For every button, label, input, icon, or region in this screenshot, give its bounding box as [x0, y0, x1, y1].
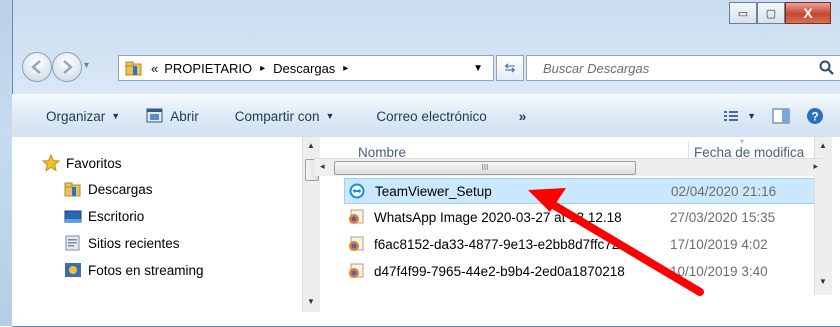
- search-input[interactable]: Buscar Descargas: [527, 61, 819, 76]
- sort-indicator-icon: ▾: [740, 137, 745, 146]
- file-list-horizontal-scrollbar[interactable]: ◂ III ▸: [314, 158, 824, 176]
- search-icon[interactable]: [819, 60, 835, 76]
- address-overflow-chevrons[interactable]: «: [151, 61, 158, 76]
- image-file-icon: [349, 209, 364, 224]
- nav-favoritos[interactable]: Favoritos: [42, 154, 122, 172]
- correo-button[interactable]: Correo electrónico: [368, 102, 494, 130]
- abrir-button[interactable]: Abrir: [138, 102, 207, 130]
- caption-buttons: ▭ ▢ X: [729, 2, 831, 24]
- scroll-right-icon[interactable]: ▸: [813, 161, 818, 172]
- more-commands-button[interactable]: »: [511, 102, 535, 130]
- scroll-down-icon[interactable]: ▼: [819, 277, 827, 286]
- file-date: 02/04/2020 21:16: [671, 183, 777, 199]
- scroll-left-icon[interactable]: ◂: [320, 161, 325, 172]
- organizar-label: Organizar: [46, 108, 106, 124]
- address-segment-propietario[interactable]: PROPIETARIO: [164, 61, 252, 76]
- compartir-button[interactable]: Compartir con ▼: [227, 102, 343, 130]
- nav-item-label: Escritorio: [88, 208, 145, 224]
- view-list-icon: [724, 111, 739, 121]
- nav-item-label: Fotos en streaming: [88, 262, 204, 278]
- scroll-thumb[interactable]: III: [334, 161, 636, 175]
- preview-pane-icon: [772, 108, 790, 124]
- chevron-down-icon: ▼: [747, 111, 756, 121]
- file-row-teamviewer[interactable]: TeamViewer_Setup 02/04/2020 21:16: [344, 178, 824, 204]
- nav-item-descargas[interactable]: Descargas: [64, 181, 153, 197]
- chevron-down-icon: ▼: [325, 111, 335, 121]
- file-name: d47f4f99-7965-44e2-b9b4-2ed0a1870218: [374, 263, 625, 279]
- address-bar[interactable]: « PROPIETARIO ▸ Descargas ▸ ▼: [118, 55, 494, 81]
- scroll-up-icon[interactable]: ▲: [819, 141, 827, 150]
- compartir-label: Compartir con: [234, 108, 320, 124]
- nav-favoritos-label: Favoritos: [66, 155, 122, 171]
- help-icon: ?: [807, 108, 823, 124]
- command-toolbar: Organizar ▼ Abrir Compartir con ▼ Correo…: [12, 94, 840, 138]
- star-icon: [42, 154, 60, 172]
- recent-places-icon: [65, 235, 80, 251]
- nav-item-sitios-recientes[interactable]: Sitios recientes: [64, 235, 180, 251]
- image-file-icon: [349, 236, 364, 251]
- file-date: 17/10/2019 4:02: [670, 236, 768, 252]
- forward-arrow-icon: [63, 60, 73, 74]
- file-row-whatsapp-image[interactable]: WhatsApp Image 2020-03-27 at 13.12.18 27…: [344, 205, 822, 229]
- file-date: 10/10/2019 3:40: [670, 263, 768, 279]
- back-arrow-icon: [31, 60, 41, 74]
- scroll-up-icon[interactable]: ▲: [307, 141, 315, 150]
- navigation-pane: Favoritos Descargas Escritorio Sitios re…: [12, 137, 300, 299]
- open-app-icon: [146, 108, 163, 123]
- photo-stream-icon: [65, 263, 81, 277]
- address-separator-icon[interactable]: ▸: [260, 63, 265, 74]
- maximize-button[interactable]: ▢: [757, 2, 785, 24]
- search-box[interactable]: Buscar Descargas: [526, 55, 840, 81]
- nav-item-escritorio[interactable]: Escritorio: [64, 208, 144, 224]
- nav-item-label: Descargas: [88, 181, 153, 197]
- close-button[interactable]: X: [785, 2, 831, 24]
- change-view-button[interactable]: ▼: [715, 102, 764, 130]
- folder-download-icon: [125, 61, 142, 76]
- address-row: ▾ « PROPIETARIO ▸ Descargas ▸ ▼ ⇆ Buscar…: [16, 52, 840, 82]
- file-name: f6ac8152-da33-4877-9e13-e2bb8d7ffc72: [374, 236, 620, 252]
- file-name: TeamViewer_Setup: [375, 183, 492, 199]
- nav-item-fotos-streaming[interactable]: Fotos en streaming: [64, 262, 204, 278]
- folder-download-icon: [64, 182, 81, 197]
- file-row-d47f4f99[interactable]: d47f4f99-7965-44e2-b9b4-2ed0a1870218 10/…: [344, 259, 822, 283]
- desktop-icon: [64, 210, 82, 223]
- refresh-icon: ⇆: [504, 60, 516, 75]
- address-segment-descargas[interactable]: Descargas: [273, 61, 335, 76]
- recent-pages-chevron-icon[interactable]: ▾: [84, 60, 89, 71]
- abrir-label: Abrir: [170, 108, 199, 124]
- teamviewer-icon: [349, 183, 365, 199]
- minimize-button[interactable]: ▭: [729, 2, 757, 24]
- organizar-button[interactable]: Organizar ▼: [38, 102, 128, 130]
- back-button[interactable]: [22, 52, 52, 82]
- image-file-icon: [349, 263, 364, 278]
- chevron-down-icon: ▼: [111, 111, 121, 121]
- forward-button[interactable]: [52, 52, 82, 82]
- help-button[interactable]: ?: [798, 102, 832, 130]
- scroll-down-icon[interactable]: ▼: [307, 297, 315, 306]
- nav-item-label: Sitios recientes: [88, 235, 180, 251]
- address-separator-icon[interactable]: ▸: [343, 63, 348, 74]
- preview-pane-button[interactable]: [764, 102, 798, 130]
- svg-text:?: ?: [811, 110, 818, 124]
- file-name: WhatsApp Image 2020-03-27 at 13.12.18: [374, 209, 622, 225]
- refresh-button[interactable]: ⇆: [496, 55, 524, 81]
- file-row-f6ac8152[interactable]: f6ac8152-da33-4877-9e13-e2bb8d7ffc72 17/…: [344, 232, 822, 256]
- file-date: 27/03/2020 15:35: [670, 209, 776, 225]
- address-dropdown-icon[interactable]: ▼: [473, 63, 483, 74]
